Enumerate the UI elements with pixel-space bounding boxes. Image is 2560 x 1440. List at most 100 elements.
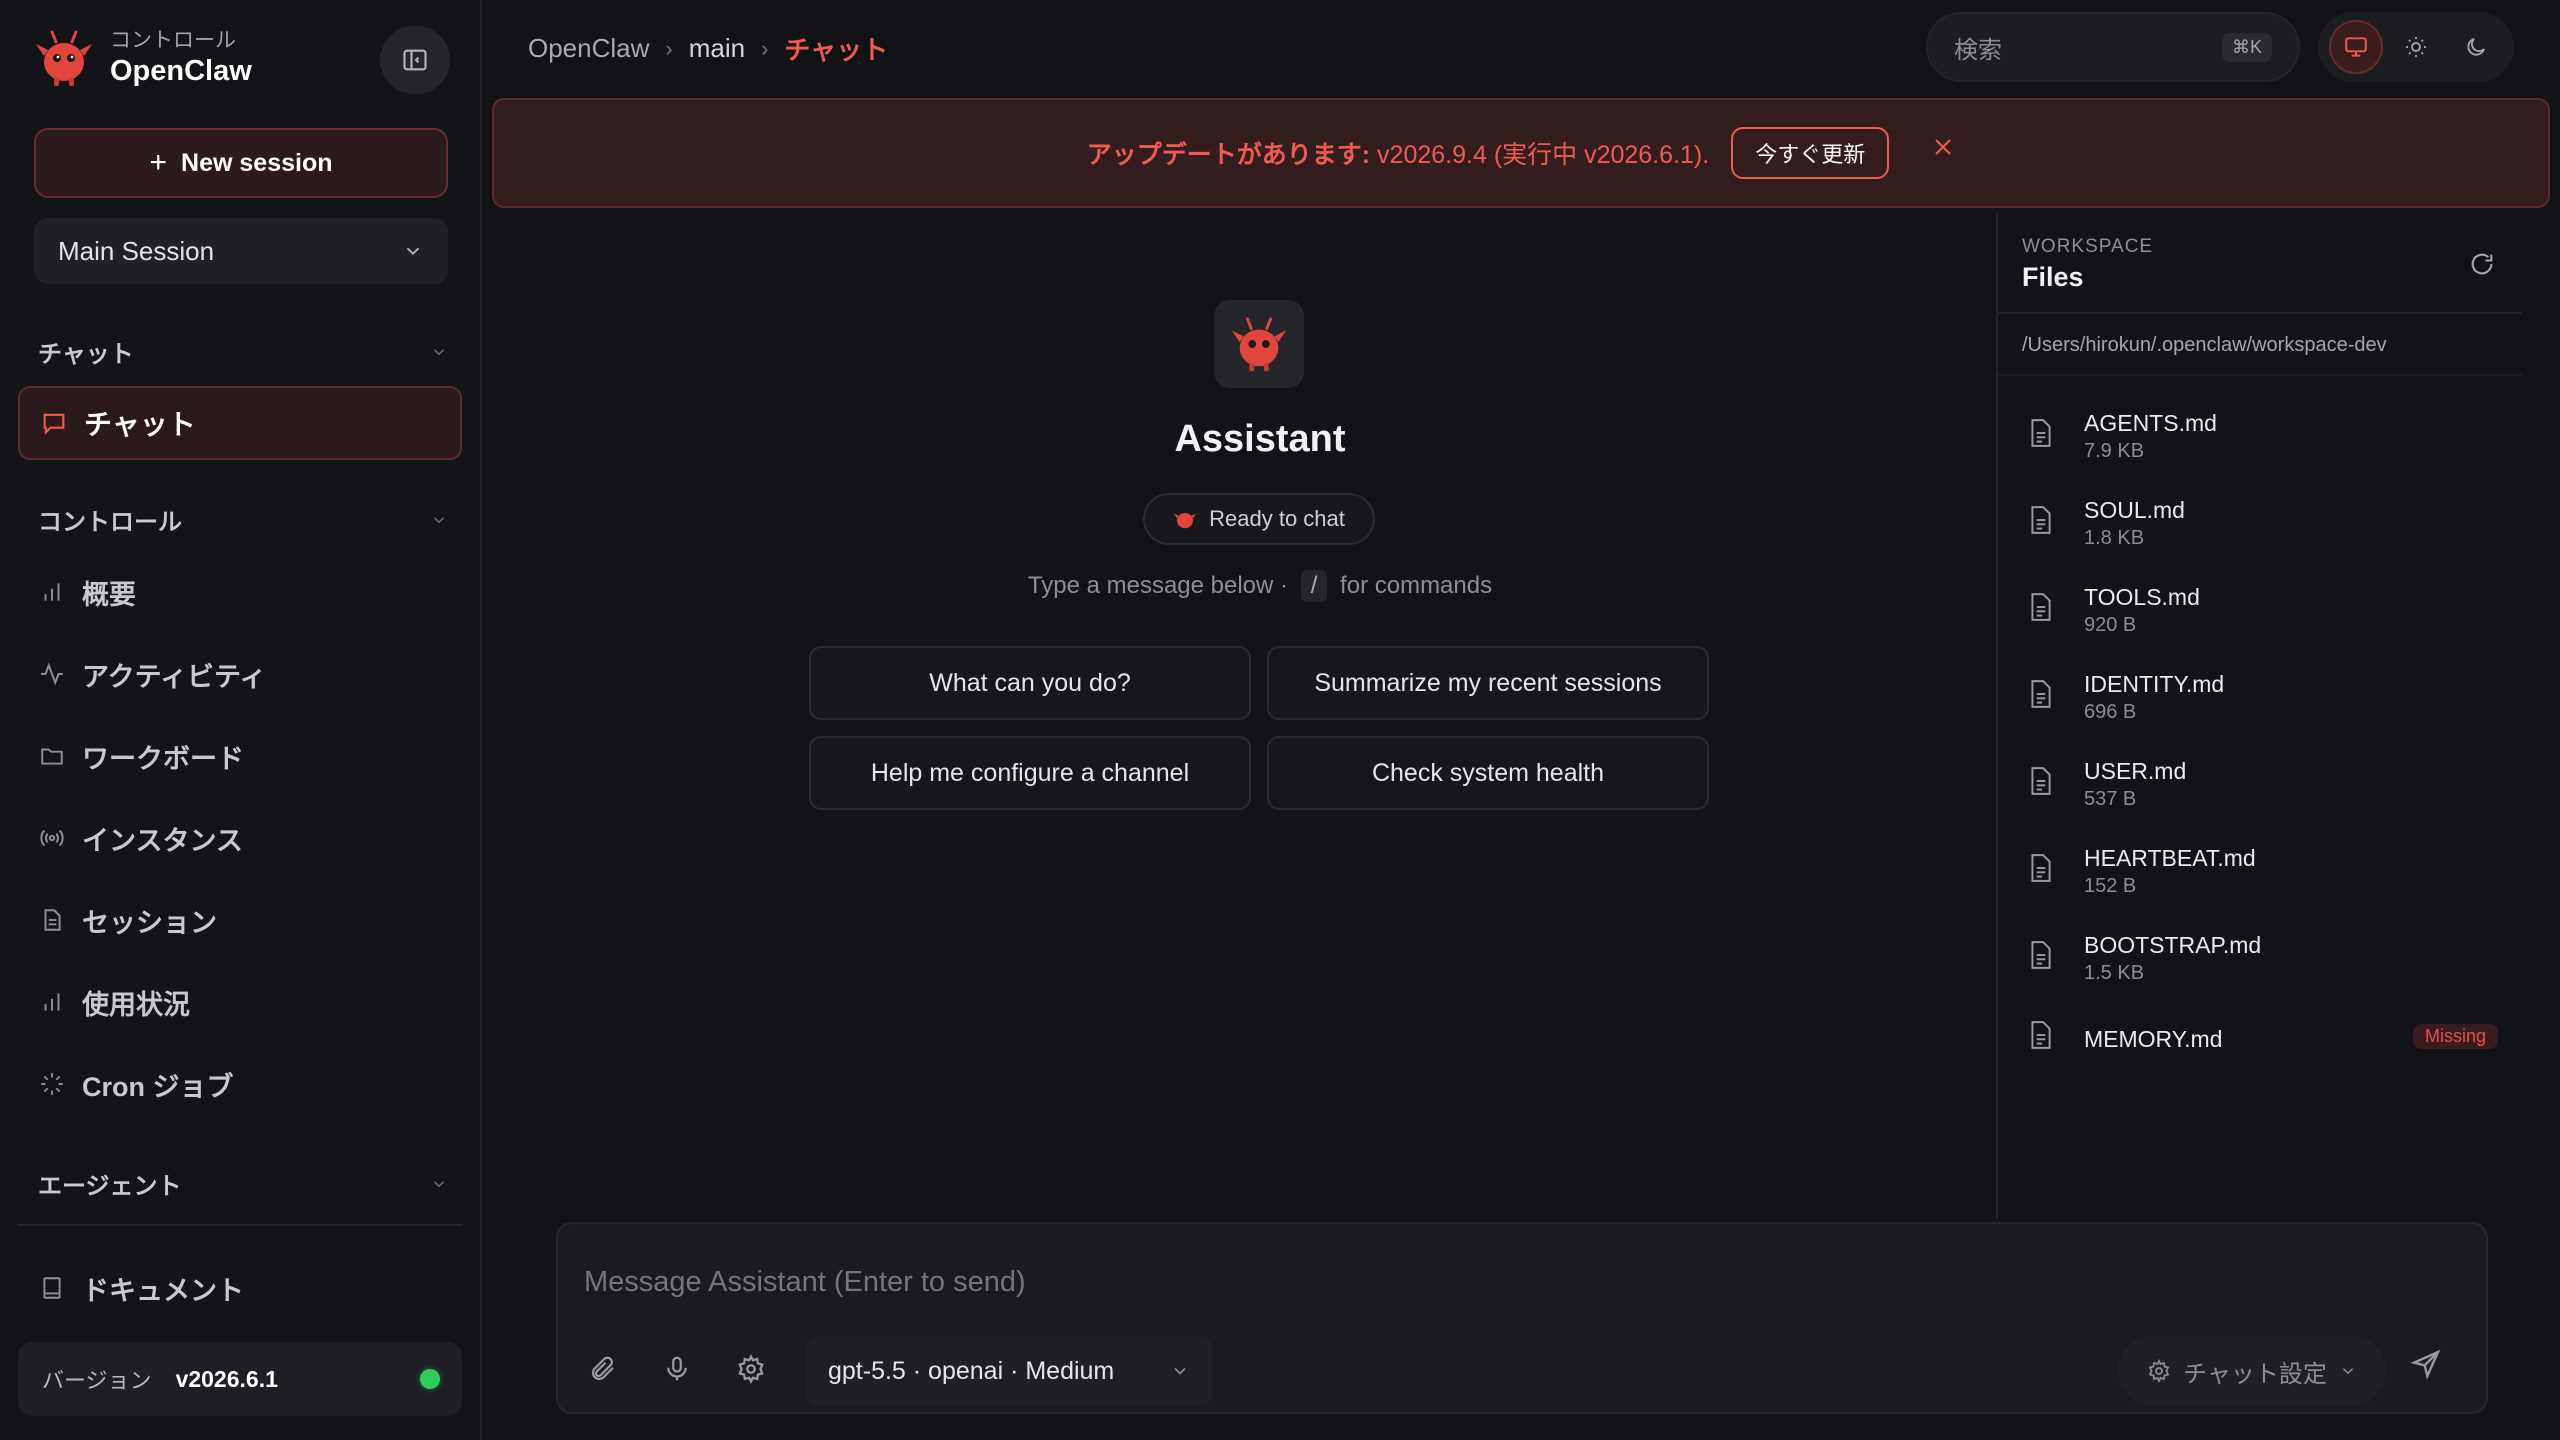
command-key: / bbox=[1300, 570, 1328, 602]
sidebar-item-workboard[interactable]: ワークボード bbox=[38, 726, 448, 786]
file-size: 920 B bbox=[2084, 614, 2137, 636]
version-bar: バージョン v2026.6.1 bbox=[18, 1342, 462, 1416]
breadcrumb-item[interactable]: OpenClaw bbox=[528, 33, 649, 64]
new-session-label: New session bbox=[181, 148, 333, 177]
sidebar-item-label: Cron ジョブ bbox=[82, 1071, 234, 1102]
file-name: IDENTITY.md bbox=[2084, 671, 2225, 697]
online-status-dot bbox=[420, 1369, 440, 1389]
file-item[interactable]: TOOLS.md 920 B bbox=[2028, 582, 2498, 656]
gear-icon bbox=[2148, 1359, 2170, 1383]
sidebar-item-activity[interactable]: アクティビティ bbox=[38, 644, 448, 704]
moon-icon bbox=[2467, 38, 2485, 56]
document-icon bbox=[38, 906, 66, 934]
file-item[interactable]: USER.md 537 B bbox=[2028, 756, 2498, 830]
session-select[interactable]: Main Session bbox=[34, 218, 448, 284]
sidebar-item-label: ドキュメント bbox=[82, 1275, 244, 1306]
sidebar-item-overview[interactable]: 概要 bbox=[38, 562, 448, 622]
search-input[interactable]: 検索 ⌘K bbox=[1926, 12, 2300, 82]
broadcast-icon bbox=[38, 824, 66, 852]
file-item[interactable]: MEMORY.md Missing bbox=[2028, 1020, 2498, 1094]
light-theme-button[interactable] bbox=[2389, 20, 2443, 74]
sidebar-item-instances[interactable]: インスタンス bbox=[38, 808, 448, 868]
file-size: 1.5 KB bbox=[2084, 962, 2145, 984]
hint-text-before: Type a message below · bbox=[1027, 572, 1289, 599]
openclaw-logo-icon bbox=[1231, 317, 1287, 372]
suggestion-button[interactable]: Check system health bbox=[1267, 736, 1709, 810]
model-select[interactable]: gpt-5.5 · openai · Medium bbox=[806, 1336, 1212, 1406]
breadcrumb-separator-icon: › bbox=[761, 35, 769, 61]
file-icon bbox=[2031, 506, 2051, 534]
gear-icon[interactable] bbox=[736, 1354, 766, 1384]
sidebar-item-cron[interactable]: Cron ジョブ bbox=[38, 1054, 448, 1114]
message-input[interactable] bbox=[584, 1266, 2384, 1299]
assistant-name: Assistant bbox=[1174, 418, 1346, 460]
breadcrumb-item[interactable]: main bbox=[689, 33, 745, 64]
send-icon[interactable] bbox=[2410, 1348, 2442, 1380]
file-item[interactable]: HEARTBEAT.md 152 B bbox=[2028, 843, 2498, 917]
workspace-title: Files bbox=[2022, 262, 2084, 292]
nav-section-label: コントロール bbox=[38, 509, 182, 536]
breadcrumb-separator-icon: › bbox=[665, 35, 673, 61]
sidebar-item-sessions[interactable]: セッション bbox=[38, 890, 448, 950]
file-icon bbox=[2031, 419, 2051, 447]
breadcrumb: OpenClaw › main › チャット bbox=[528, 30, 888, 67]
dark-theme-button[interactable] bbox=[2449, 20, 2503, 74]
file-icon bbox=[2031, 680, 2051, 708]
version-value: v2026.6.1 bbox=[175, 1365, 278, 1392]
sidebar-item-label: アクティビティ bbox=[82, 661, 267, 692]
sidebar: コントロール OpenClaw + New session Main Sessi… bbox=[0, 0, 482, 1440]
system-theme-button[interactable] bbox=[2329, 20, 2383, 74]
file-size: 696 B bbox=[2084, 701, 2137, 723]
workspace-panel: WORKSPACE Files /Users/hirokun/.openclaw… bbox=[1996, 212, 2522, 1218]
refresh-icon[interactable] bbox=[2468, 250, 2496, 278]
file-item[interactable]: SOUL.md 1.8 KB bbox=[2028, 495, 2498, 569]
update-banner: アップデートがあります: v2026.9.4 (実行中 v2026.6.1). … bbox=[492, 98, 2550, 208]
workspace-divider bbox=[1998, 374, 2522, 376]
loader-icon bbox=[38, 1070, 66, 1098]
file-size: 7.9 KB bbox=[2084, 440, 2145, 462]
file-name: SOUL.md bbox=[2084, 497, 2185, 523]
monitor-icon bbox=[2345, 37, 2367, 57]
suggestion-button[interactable]: Summarize my recent sessions bbox=[1267, 646, 1709, 720]
chevron-down-icon bbox=[406, 247, 420, 256]
file-icon bbox=[2031, 1021, 2051, 1049]
update-now-button[interactable]: 今すぐ更新 bbox=[1731, 127, 1890, 179]
sidebar-divider bbox=[18, 1224, 462, 1226]
sidebar-item-label: インスタンス bbox=[82, 825, 243, 856]
status-badge: Ready to chat bbox=[1143, 493, 1375, 545]
sidebar-item-usage[interactable]: 使用状況 bbox=[38, 972, 448, 1032]
suggestion-button[interactable]: Help me configure a channel bbox=[809, 736, 1251, 810]
file-item[interactable]: AGENTS.md 7.9 KB bbox=[2028, 408, 2498, 482]
sidebar-item-docs[interactable]: ドキュメント bbox=[38, 1258, 448, 1318]
folder-icon bbox=[38, 742, 66, 770]
nav-section-control[interactable]: コントロール bbox=[38, 502, 448, 537]
nav-section-agent[interactable]: エージェント bbox=[38, 1166, 448, 1201]
nav-section-chat[interactable]: チャット bbox=[38, 334, 448, 369]
file-item[interactable]: BOOTSTRAP.md 1.5 KB bbox=[2028, 930, 2498, 1004]
close-icon[interactable] bbox=[1931, 135, 1955, 159]
brand-subtitle: コントロール bbox=[110, 29, 236, 52]
microphone-icon[interactable] bbox=[662, 1354, 692, 1384]
sidebar-item-chat[interactable]: チャット bbox=[18, 386, 462, 460]
file-icon bbox=[2031, 767, 2051, 795]
brand[interactable]: コントロール OpenClaw bbox=[34, 28, 252, 88]
openclaw-logo-icon bbox=[1173, 513, 1197, 529]
chat-settings-button[interactable]: チャット設定 bbox=[2118, 1336, 2386, 1406]
file-name: TOOLS.md bbox=[2084, 584, 2200, 610]
file-size: 152 B bbox=[2084, 875, 2137, 897]
chat-bubble-icon bbox=[43, 413, 65, 435]
sidebar-item-label: 概要 bbox=[82, 579, 136, 610]
bar-chart-icon bbox=[38, 578, 66, 606]
bar-chart-icon bbox=[38, 988, 66, 1016]
suggestion-button[interactable]: What can you do? bbox=[809, 646, 1251, 720]
file-item[interactable]: IDENTITY.md 696 B bbox=[2028, 669, 2498, 743]
sun-icon bbox=[2406, 37, 2426, 57]
chevron-down-icon bbox=[433, 348, 445, 355]
paperclip-icon[interactable] bbox=[588, 1354, 618, 1384]
file-size: 537 B bbox=[2084, 788, 2137, 810]
file-name: AGENTS.md bbox=[2084, 410, 2217, 436]
new-session-button[interactable]: + New session bbox=[34, 128, 448, 198]
search-shortcut: ⌘K bbox=[2221, 32, 2272, 62]
sidebar-collapse-button[interactable] bbox=[380, 26, 450, 94]
file-name: USER.md bbox=[2084, 758, 2187, 784]
